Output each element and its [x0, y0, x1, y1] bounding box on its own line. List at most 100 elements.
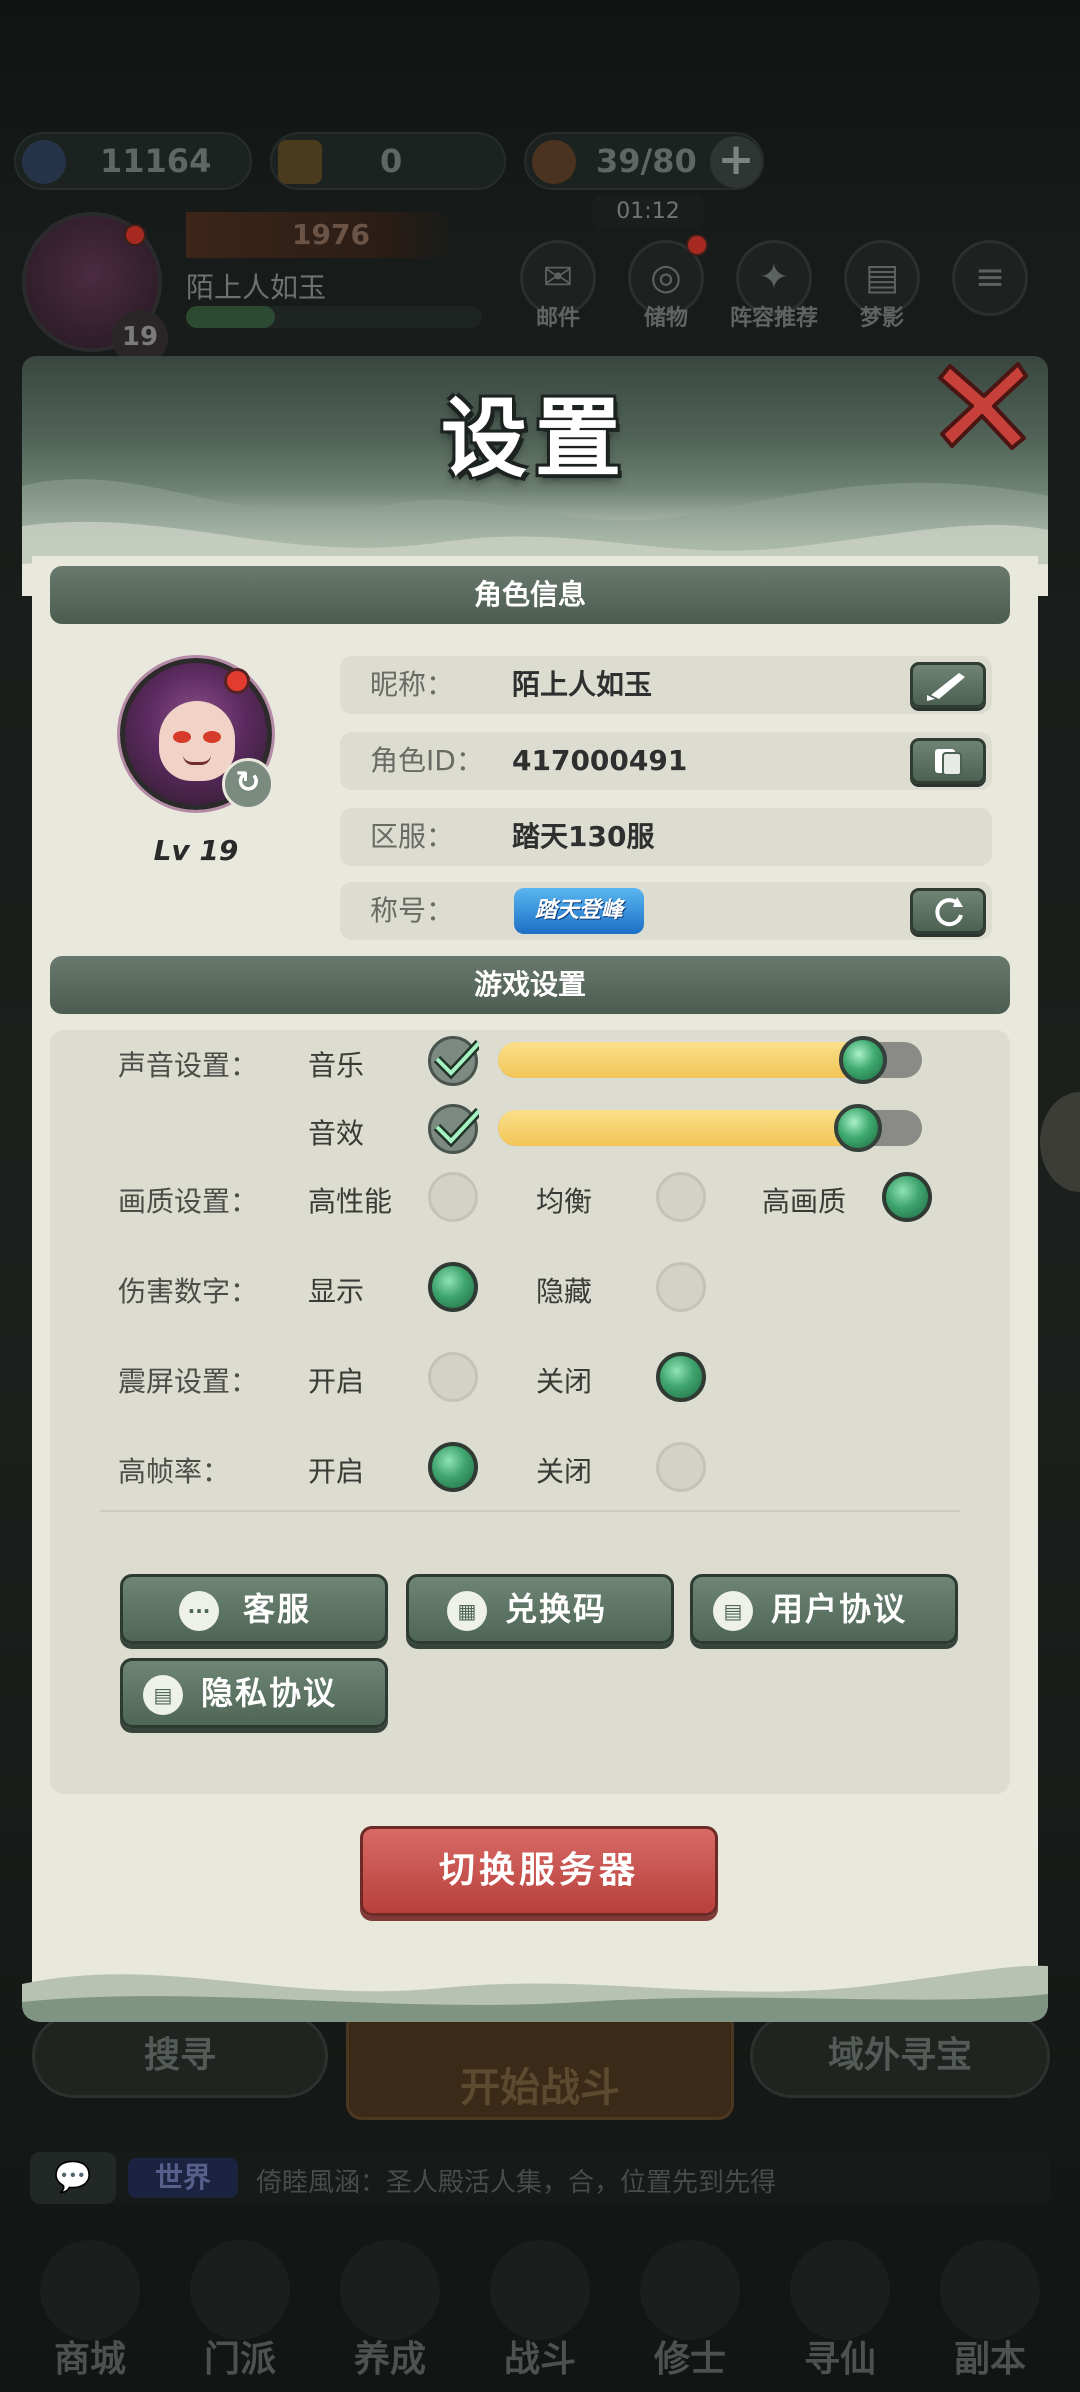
nav-cultivator[interactable]: 修士 — [630, 2240, 750, 2380]
privacy-policy-label: 隐私协议 — [201, 1674, 338, 1712]
qr-code-icon: ▦ — [447, 1591, 487, 1631]
damage-show-label: 显示 — [308, 1275, 365, 1308]
change-title-button[interactable] — [910, 888, 986, 934]
avatar-face — [159, 701, 235, 781]
customer-service-button[interactable]: ··· 客服 — [120, 1574, 388, 1644]
outland-treasure-button[interactable]: 域外寻宝 — [750, 2014, 1050, 2098]
redeem-code-button[interactable]: ▦ 兑换码 — [406, 1574, 674, 1644]
effects-volume-slider[interactable] — [498, 1104, 922, 1152]
copy-id-button[interactable] — [910, 738, 986, 784]
profile-level: Lv 19 — [153, 834, 239, 867]
shake-off-radio[interactable] — [656, 1352, 706, 1402]
damage-hide-radio[interactable] — [656, 1262, 706, 1312]
chat-bar[interactable]: 💬 世界 倚睦風涵：圣人殿活人集，合，位置先到先得 — [30, 2152, 1050, 2204]
refresh-icon — [935, 897, 963, 927]
change-avatar-icon[interactable]: ↻ — [222, 758, 274, 810]
quality-option-high-radio[interactable] — [882, 1172, 932, 1222]
chat-icon[interactable]: 💬 — [30, 2152, 116, 2204]
effects-volume-knob[interactable] — [834, 1104, 882, 1152]
lineup-label: 阵容推荐 — [729, 306, 818, 331]
notification-dot — [686, 234, 708, 256]
nav-battle[interactable]: 战斗 — [480, 2240, 600, 2380]
nav-label: 寻仙 — [803, 2339, 876, 2380]
close-button[interactable] — [936, 356, 1032, 452]
server-value: 踏天130服 — [512, 820, 655, 853]
role-id-row: 角色ID： 417000491 — [340, 732, 992, 790]
nav-cultivate[interactable]: 养成 — [330, 2240, 450, 2380]
shake-off-label: 关闭 — [536, 1365, 593, 1398]
menu-icon[interactable]: ≡ — [952, 240, 1028, 316]
quality-option-performance-radio[interactable] — [428, 1172, 478, 1222]
fps-on-radio[interactable] — [428, 1442, 478, 1492]
cultivator-icon — [640, 2240, 740, 2340]
nav-label: 门派 — [203, 2339, 276, 2380]
quality-option-balanced-radio[interactable] — [656, 1172, 706, 1222]
document-icon: ▤ — [713, 1591, 753, 1631]
add-stamina-button[interactable]: + — [710, 136, 762, 188]
checkmark-icon — [433, 1039, 479, 1080]
nav-seek-immortal[interactable]: 寻仙 — [780, 2240, 900, 2380]
nav-label: 商城 — [53, 2339, 126, 2380]
role-id-value: 417000491 — [512, 744, 688, 777]
music-label: 音乐 — [308, 1049, 365, 1082]
switch-server-button[interactable]: 切换服务器 — [360, 1826, 718, 1916]
fps-off-label: 关闭 — [536, 1455, 593, 1488]
exp-bar — [186, 306, 482, 328]
stamina-value: 39/80 — [596, 142, 697, 180]
title-badge[interactable]: 踏天登峰 — [514, 888, 644, 934]
screen-shake-label: 震屏设置： — [118, 1365, 259, 1398]
brush-icon — [927, 673, 965, 701]
fps-on-label: 开启 — [308, 1455, 365, 1488]
currency-resource: 11164 — [14, 132, 252, 190]
role-id-label: 角色ID： — [370, 744, 484, 777]
user-agreement-label: 用户协议 — [771, 1590, 908, 1628]
nav-shop[interactable]: 商城 — [30, 2240, 150, 2380]
nav-sect[interactable]: 门派 — [180, 2240, 300, 2380]
nickname-row: 昵称： 陌上人如玉 — [340, 656, 992, 714]
close-x-icon — [938, 362, 1028, 450]
start-battle-button[interactable]: 开始战斗 — [346, 2010, 734, 2120]
battle-icon — [490, 2240, 590, 2340]
document-icon: ▤ — [143, 1675, 183, 1715]
music-volume-knob[interactable] — [839, 1036, 887, 1084]
shop-icon — [40, 2240, 140, 2340]
damage-show-radio[interactable] — [428, 1262, 478, 1312]
effects-volume-fill — [498, 1110, 858, 1146]
copy-icon — [935, 749, 962, 776]
nav-dungeon[interactable]: 副本 — [930, 2240, 1050, 2380]
notification-dot — [124, 224, 146, 246]
shake-on-radio[interactable] — [428, 1352, 478, 1402]
currency-icon — [22, 140, 66, 184]
user-agreement-button[interactable]: ▤ 用户协议 — [690, 1574, 958, 1644]
role-info-header: 角色信息 — [50, 566, 1010, 624]
damage-numbers-label: 伤害数字： — [118, 1275, 259, 1308]
music-toggle[interactable] — [428, 1036, 479, 1086]
modal-title: 设置 — [441, 389, 629, 489]
cultivate-icon — [340, 2240, 440, 2340]
player-name: 陌上人如玉 — [186, 271, 327, 304]
currency-value: 11164 — [100, 142, 212, 180]
notification-dot — [224, 668, 250, 694]
music-volume-slider[interactable] — [498, 1036, 922, 1084]
server-row: 区服： 踏天130服 — [340, 808, 992, 866]
fps-off-radio[interactable] — [656, 1442, 706, 1492]
quality-option-balanced-label: 均衡 — [536, 1185, 593, 1218]
search-button[interactable]: 搜寻 — [32, 2014, 328, 2098]
effects-label: 音效 — [308, 1117, 365, 1150]
title-label: 称号： — [370, 894, 455, 927]
power-value: 1976 — [186, 212, 454, 258]
server-label: 区服： — [370, 820, 455, 853]
redeem-code-label: 兑换码 — [505, 1590, 608, 1628]
quality-option-high-label: 高画质 — [762, 1185, 847, 1218]
nickname-label: 昵称： — [370, 668, 455, 701]
effects-toggle[interactable] — [428, 1104, 479, 1154]
privacy-policy-button[interactable]: ▤ 隐私协议 — [120, 1658, 388, 1728]
rename-button[interactable] — [910, 662, 986, 708]
nav-label: 副本 — [953, 2339, 1026, 2380]
nav-label: 战斗 — [503, 2339, 576, 2380]
quality-settings-label: 画质设置： — [118, 1185, 259, 1218]
timer: 01:12 — [592, 196, 704, 228]
ticket-value: 0 — [380, 142, 403, 180]
nav-label: 修士 — [653, 2339, 726, 2380]
nickname-value: 陌上人如玉 — [512, 668, 653, 701]
